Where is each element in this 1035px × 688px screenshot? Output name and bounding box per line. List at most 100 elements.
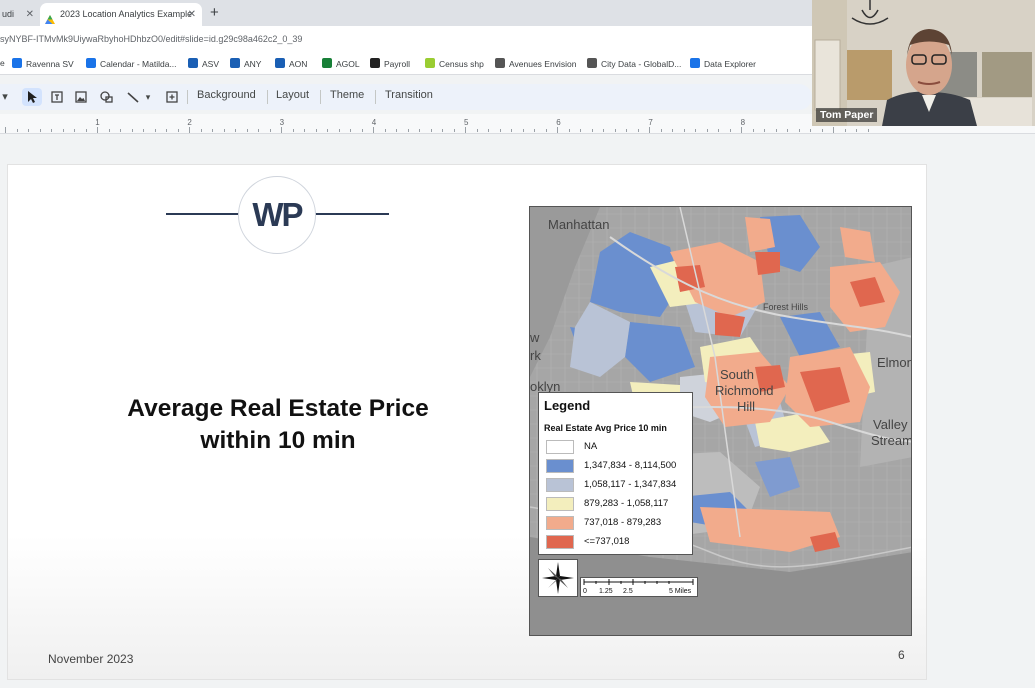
map-label-new-york: w bbox=[530, 330, 540, 345]
ruler-tick bbox=[545, 129, 547, 132]
close-icon[interactable]: ✕ bbox=[26, 3, 34, 26]
select-tool-icon[interactable] bbox=[22, 88, 42, 106]
theme-button[interactable]: Theme bbox=[330, 89, 364, 101]
bookmark-label: ANY bbox=[244, 59, 262, 69]
slide-date: November 2023 bbox=[48, 652, 134, 666]
slide-title[interactable]: Average Real Estate Price within 10 min bbox=[88, 393, 468, 457]
layout-button[interactable]: Layout bbox=[276, 89, 309, 101]
payroll-icon bbox=[370, 58, 380, 68]
shape-icon[interactable] bbox=[98, 88, 116, 106]
close-icon[interactable]: ✕ bbox=[188, 3, 196, 26]
map-label-valley-stream: Stream bbox=[871, 433, 912, 448]
toolbar-divider bbox=[187, 90, 188, 104]
bookmark-item[interactable]: Census shp bbox=[425, 58, 484, 69]
ruler-tick bbox=[695, 129, 696, 132]
background-button[interactable]: Background bbox=[197, 89, 256, 101]
ruler-tick bbox=[235, 129, 236, 132]
ruler-tick bbox=[315, 129, 317, 132]
chevron-down-icon[interactable]: ▾ bbox=[143, 88, 153, 106]
legend-swatch bbox=[546, 478, 574, 492]
bookmark-item[interactable]: City Data - GlobalD... bbox=[587, 58, 681, 69]
bookmark-item[interactable]: ANY bbox=[230, 58, 261, 69]
ruler-tick bbox=[557, 127, 558, 133]
bookmarks-overflow[interactable]: e bbox=[0, 58, 5, 68]
ruler-tick bbox=[488, 129, 489, 132]
bookmark-item[interactable]: Calendar - Matilda... bbox=[86, 58, 177, 69]
legend-label: <=737,018 bbox=[584, 536, 630, 547]
slide-number: 6 bbox=[898, 648, 905, 662]
ruler-mark: 2 bbox=[187, 118, 192, 127]
ruler-tick bbox=[672, 129, 673, 132]
compass-rose-icon bbox=[538, 559, 578, 597]
ruler-tick bbox=[350, 129, 351, 132]
legend-item: 1,058,117 - 1,347,834 bbox=[546, 478, 691, 492]
ruler-tick bbox=[304, 129, 305, 132]
browser-tab-active[interactable]: 2023 Location Analytics Example ✕ bbox=[40, 3, 202, 26]
ruler-mark: 4 bbox=[371, 118, 377, 127]
transition-button[interactable]: Transition bbox=[385, 89, 433, 101]
ruler-tick bbox=[591, 129, 593, 132]
url-text[interactable]: syNYBF-ITMvMk9UiywaRbyhoHDhbzO0/edit#sli… bbox=[0, 34, 302, 44]
real-estate-map[interactable]: Manhattan w rk oklyn Forest Hills South … bbox=[529, 206, 912, 636]
ruler-tick bbox=[764, 129, 765, 132]
ruler-tick bbox=[177, 129, 179, 132]
cb-icon bbox=[425, 58, 435, 68]
map-label-valley-stream: Valley bbox=[873, 417, 908, 432]
ruler-tick bbox=[85, 129, 87, 132]
bookmark-item[interactable]: Payroll bbox=[370, 58, 410, 69]
image-icon[interactable] bbox=[72, 88, 90, 106]
participant-name: Tom Paper bbox=[816, 108, 878, 122]
bookmark-item[interactable]: Avenues Envision bbox=[495, 58, 576, 69]
bookmark-item[interactable]: AGOL bbox=[322, 58, 360, 69]
ruler-tick bbox=[246, 129, 248, 132]
browser-tab[interactable]: udi ✕ bbox=[0, 3, 36, 26]
bookmark-item[interactable]: Ravenna SV bbox=[12, 58, 74, 69]
text-box-icon[interactable] bbox=[48, 88, 66, 106]
ruler-tick bbox=[373, 127, 374, 133]
legend-item: 1,347,834 - 8,114,500 bbox=[546, 459, 691, 473]
legend-label: 1,058,117 - 1,347,834 bbox=[584, 479, 677, 490]
legend-label: 879,283 - 1,058,117 bbox=[584, 498, 669, 509]
slides-toolbar: ▾ ▾ Background Layout Theme Transition bbox=[0, 84, 812, 110]
chevron-down-icon[interactable]: ▾ bbox=[0, 88, 10, 106]
new-tab-button[interactable]: + bbox=[210, 3, 219, 23]
ruler-tick bbox=[787, 129, 788, 132]
legend-label: 737,018 - 879,283 bbox=[584, 517, 662, 528]
bookmark-label: Data Explorer bbox=[704, 59, 756, 69]
v-icon bbox=[275, 58, 285, 68]
scale-label: 0 bbox=[583, 588, 587, 595]
line-icon[interactable] bbox=[124, 88, 142, 106]
map-label-south-richmond-hill: South bbox=[720, 367, 754, 382]
ruler-tick bbox=[752, 129, 754, 132]
legend-item: NA bbox=[546, 440, 691, 454]
ruler-tick bbox=[580, 129, 581, 132]
bookmark-label: Calendar - Matilda... bbox=[100, 59, 177, 69]
ruler-tick bbox=[292, 129, 294, 132]
ruler-tick bbox=[338, 129, 340, 132]
bookmark-item[interactable]: Data Explorer bbox=[690, 58, 756, 69]
ruler-tick bbox=[626, 129, 627, 132]
ruler-tick bbox=[62, 129, 64, 132]
ruler-tick bbox=[649, 127, 650, 133]
address-bar[interactable]: syNYBF-ITMvMk9UiywaRbyhoHDhbzO0/edit#sli… bbox=[0, 26, 812, 53]
toolbar-divider bbox=[375, 90, 376, 104]
tab-title: 2023 Location Analytics Example bbox=[60, 9, 193, 19]
ruler-tick bbox=[212, 129, 213, 132]
ruler-tick bbox=[476, 129, 478, 132]
ruler-mark: 5 bbox=[464, 118, 469, 127]
slide-canvas[interactable]: WP Average Real Estate Price within 10 m… bbox=[7, 164, 927, 680]
bookmark-item[interactable]: AON bbox=[275, 58, 307, 69]
ruler-tick bbox=[833, 127, 834, 133]
ruler-tick bbox=[534, 129, 535, 132]
bookmark-item[interactable]: ASV bbox=[188, 58, 219, 69]
ruler-tick bbox=[683, 129, 685, 132]
ruler-tick bbox=[200, 129, 202, 132]
ruler-tick bbox=[189, 127, 190, 133]
bookmark-label: ASV bbox=[202, 59, 220, 69]
ruler-tick bbox=[856, 129, 857, 132]
comment-add-icon[interactable] bbox=[162, 88, 182, 106]
plus-icon bbox=[322, 58, 332, 68]
bookmark-label: City Data - GlobalD... bbox=[601, 59, 682, 69]
ruler-tick bbox=[74, 129, 75, 132]
bookmark-label: Ravenna SV bbox=[26, 59, 74, 69]
